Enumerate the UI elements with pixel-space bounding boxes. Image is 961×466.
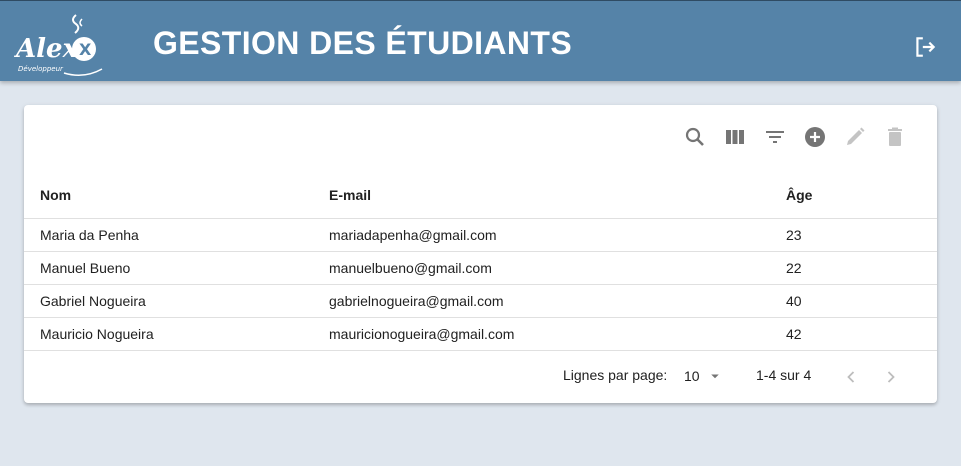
pagination: Lignes par page: 10 1-4 sur 4: [24, 365, 937, 387]
cell-name: Maria da Penha: [24, 218, 329, 252]
cell-age: 40: [786, 284, 937, 318]
dropdown-arrow-icon: [710, 374, 719, 379]
logo-subtitle: Développeur: [18, 65, 64, 73]
logo-text: Alex: [14, 34, 79, 64]
delete-icon: [888, 127, 902, 146]
filter-button[interactable]: [763, 123, 787, 151]
logout-button[interactable]: [912, 34, 938, 60]
filter-icon: [766, 131, 784, 143]
table-header-row: Nom E-mail Âge: [24, 172, 937, 219]
column-header-nom[interactable]: Nom: [24, 172, 329, 219]
rows-per-page-value: 10: [684, 368, 700, 384]
column-header-age[interactable]: Âge: [786, 172, 937, 219]
rows-per-page-label: Lignes par page:: [563, 367, 668, 383]
logo: X Alex Développeur: [14, 13, 106, 77]
page-range: 1-4 sur 4: [756, 367, 812, 383]
svg-text:X: X: [79, 40, 92, 59]
columns-icon: [726, 130, 744, 144]
columns-button[interactable]: [723, 123, 747, 151]
column-header-email[interactable]: E-mail: [329, 172, 786, 219]
students-table-card: Nom E-mail Âge Maria da Penha mariadapen…: [24, 105, 937, 403]
cell-name: Manuel Bueno: [24, 251, 329, 285]
delete-button[interactable]: [883, 123, 907, 151]
add-circle-icon: [805, 127, 825, 147]
chevron-left-icon: [847, 371, 855, 383]
table-row[interactable]: Manuel Bueno manuelbueno@gmail.com 22: [24, 251, 937, 285]
cell-name: Mauricio Nogueira: [24, 317, 329, 351]
cell-email: mauricionogueira@gmail.com: [329, 317, 786, 351]
page-title: GESTION DES ÉTUDIANTS: [153, 25, 573, 61]
cell-email: gabrielnogueira@gmail.com: [329, 284, 786, 318]
chevron-right-icon: [887, 371, 895, 383]
cell-email: manuelbueno@gmail.com: [329, 251, 786, 285]
cell-age: 42: [786, 317, 937, 351]
add-button[interactable]: [803, 123, 827, 151]
edit-button[interactable]: [843, 123, 867, 151]
rows-per-page-select[interactable]: 10: [684, 367, 724, 385]
table-toolbar: [683, 123, 907, 151]
students-table: Nom E-mail Âge Maria da Penha mariadapen…: [24, 172, 937, 351]
previous-page-button[interactable]: [839, 365, 863, 387]
cell-age: 23: [786, 218, 937, 252]
table-row[interactable]: Gabriel Nogueira gabrielnogueira@gmail.c…: [24, 284, 937, 318]
table-row[interactable]: Mauricio Nogueira mauricionogueira@gmail…: [24, 317, 937, 351]
app-bar: X Alex Développeur GESTION DES ÉTUDIANTS: [0, 0, 961, 81]
edit-icon: [847, 127, 865, 145]
table-row[interactable]: Maria da Penha mariadapenha@gmail.com 23: [24, 218, 937, 252]
cell-age: 22: [786, 251, 937, 285]
logout-icon: [916, 37, 936, 57]
logo-graphic: X Alex Développeur: [14, 14, 103, 76]
search-icon: [685, 127, 704, 146]
cell-email: mariadapenha@gmail.com: [329, 218, 786, 252]
cell-name: Gabriel Nogueira: [24, 284, 329, 318]
next-page-button[interactable]: [879, 365, 903, 387]
search-button[interactable]: [683, 123, 707, 151]
